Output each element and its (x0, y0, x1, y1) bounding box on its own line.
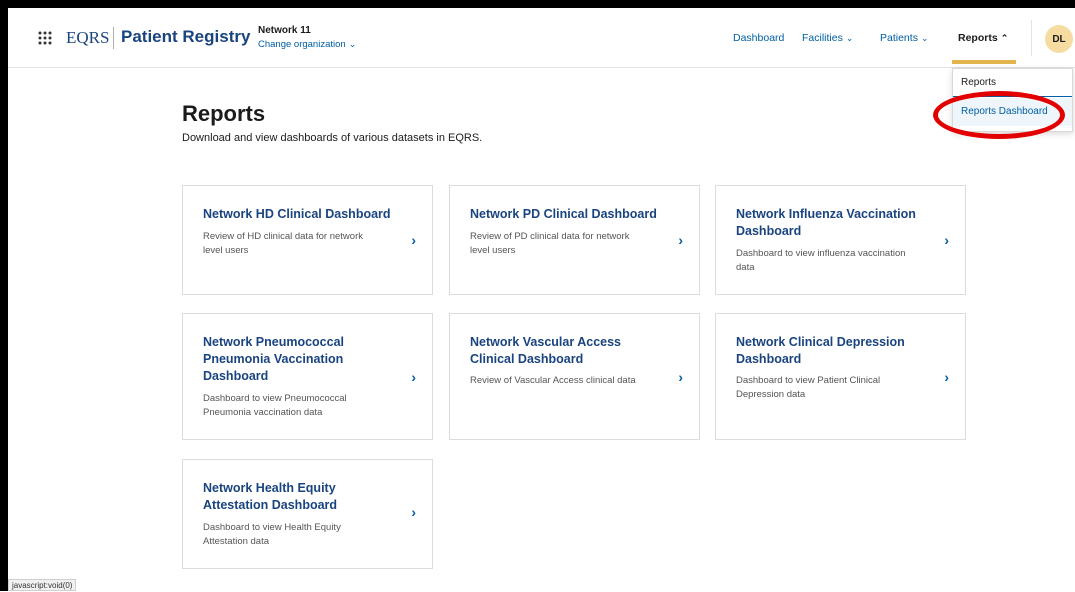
card-description: Dashboard to view Patient Clinical Depre… (736, 375, 881, 401)
card-title[interactable]: Network Vascular Access Clinical Dashboa… (470, 334, 662, 368)
card-title[interactable]: Network Health Equity Attestation Dashbo… (203, 480, 395, 514)
dropdown-item-reports[interactable]: Reports (953, 69, 1072, 97)
card-description: Dashboard to view Health Equity Attestat… (203, 522, 341, 548)
brand-patient-registry[interactable]: Patient Registry (121, 27, 250, 47)
user-avatar[interactable]: DL (1045, 25, 1073, 53)
card-title[interactable]: Network HD Clinical Dashboard (203, 206, 395, 223)
chevron-right-icon[interactable]: › (944, 369, 949, 385)
chevron-down-icon: ⌄ (920, 33, 929, 43)
chevron-right-icon[interactable]: › (678, 369, 683, 385)
avatar-divider (1031, 20, 1032, 56)
card-title[interactable]: Network Influenza Vaccination Dashboard (736, 206, 928, 240)
nav-facilities-label: Facilities (802, 32, 843, 44)
window-border-top (0, 0, 1075, 8)
nav-reports-active-indicator (952, 60, 1016, 64)
card-description: Review of PD clinical data for network l… (470, 231, 630, 257)
brand-eqrs-logo[interactable]: EQRS (66, 28, 109, 48)
browser-status-bar: javascript:void(0) (8, 579, 77, 591)
chevron-right-icon[interactable]: › (944, 232, 949, 248)
top-navigation-bar: EQRS Patient Registry Network 11 Change … (8, 8, 1075, 68)
dashboard-card[interactable]: Network Influenza Vaccination Dashboard … (715, 185, 966, 295)
card-title[interactable]: Network Pneumococcal Pneumonia Vaccinati… (203, 334, 395, 385)
dashboard-card[interactable]: Network Clinical Depression Dashboard Da… (715, 313, 966, 440)
dropdown-item-reports-dashboard[interactable]: Reports Dashboard (953, 98, 1072, 126)
dashboard-card[interactable]: Network HD Clinical Dashboard Review of … (182, 185, 433, 295)
page-title: Reports (182, 101, 266, 126)
change-organization-label: Change organization (258, 39, 346, 50)
card-title[interactable]: Network PD Clinical Dashboard (470, 206, 662, 223)
organization-name: Network 11 (258, 25, 311, 36)
nav-reports[interactable]: Reports ⌃ (958, 32, 1008, 44)
card-description: Review of Vascular Access clinical data (470, 375, 636, 386)
card-title[interactable]: Network Clinical Depression Dashboard (736, 334, 928, 368)
dashboard-card[interactable]: Network Health Equity Attestation Dashbo… (182, 459, 433, 569)
chevron-right-icon[interactable]: › (411, 369, 416, 385)
chevron-right-icon[interactable]: › (411, 232, 416, 248)
nav-dashboard[interactable]: Dashboard (733, 32, 784, 44)
dashboard-card[interactable]: Network PD Clinical Dashboard Review of … (449, 185, 700, 295)
dashboard-card[interactable]: Network Pneumococcal Pneumonia Vaccinati… (182, 313, 433, 440)
chevron-down-icon: ⌄ (845, 33, 854, 43)
nav-facilities[interactable]: Facilities ⌄ (802, 32, 853, 44)
page-subtitle: Download and view dashboards of various … (182, 132, 483, 144)
card-description: Dashboard to view influenza vaccination … (736, 248, 906, 274)
dashboard-card[interactable]: Network Vascular Access Clinical Dashboa… (449, 313, 700, 440)
change-organization-link[interactable]: Change organization ⌄ (258, 39, 356, 50)
card-description: Dashboard to view Pneumococcal Pneumonia… (203, 393, 347, 419)
nav-reports-label: Reports (958, 32, 998, 44)
window-border-left (0, 0, 8, 591)
chevron-right-icon[interactable]: › (678, 232, 683, 248)
nav-patients-label: Patients (880, 32, 918, 44)
reports-dropdown-menu: Reports Reports Dashboard (952, 68, 1073, 132)
chevron-up-icon: ⌃ (1000, 33, 1009, 43)
grid-icon[interactable] (38, 31, 52, 45)
chevron-right-icon[interactable]: › (411, 504, 416, 520)
card-description: Review of HD clinical data for network l… (203, 231, 363, 257)
chevron-down-icon: ⌄ (348, 39, 357, 49)
brand-divider (113, 27, 114, 49)
nav-patients[interactable]: Patients ⌄ (880, 32, 929, 44)
